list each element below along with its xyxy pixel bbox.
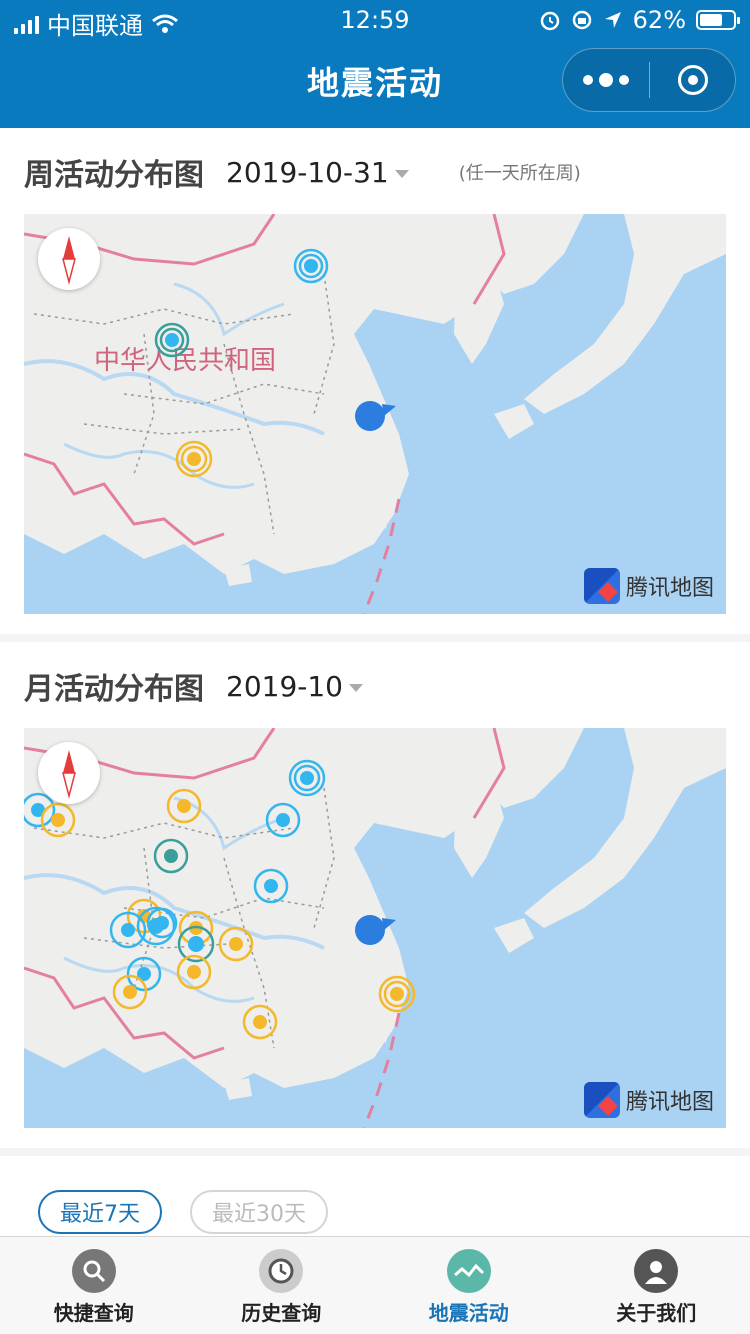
month-date-picker[interactable]: 2019-10 bbox=[226, 670, 363, 703]
close-button[interactable] bbox=[650, 65, 735, 95]
clock-icon bbox=[259, 1249, 304, 1293]
more-button[interactable] bbox=[563, 49, 649, 111]
month-header: 月活动分布图 2019-10 bbox=[24, 656, 726, 716]
recent-7-days-button[interactable]: 最近7天 bbox=[38, 1190, 162, 1234]
dropdown-caret-icon bbox=[394, 169, 409, 178]
location-arrow-icon bbox=[604, 12, 621, 28]
mini-program-capsule bbox=[562, 48, 736, 112]
top-bar: 中国联通 12:59 62% 地震活动 bbox=[0, 0, 750, 128]
search-icon bbox=[71, 1249, 116, 1293]
month-map-canvas bbox=[24, 728, 726, 1128]
week-title: 周活动分布图 bbox=[24, 158, 204, 193]
week-note: (任一天所在周) bbox=[458, 163, 581, 184]
tab-quake-activity[interactable]: 地震活动 bbox=[375, 1237, 563, 1334]
status-bar: 中国联通 12:59 62% bbox=[0, 0, 750, 40]
quake-marker-yellow[interactable] bbox=[175, 440, 213, 478]
tab-label: 快捷查询 bbox=[53, 1301, 134, 1325]
quake-marker-teal[interactable] bbox=[154, 322, 190, 358]
dot-icon bbox=[619, 75, 629, 85]
month-date-value: 2019-10 bbox=[226, 669, 343, 703]
month-map[interactable]: 腾讯地图 bbox=[24, 728, 726, 1128]
target-icon bbox=[677, 65, 708, 95]
week-map-canvas: 中华人民共和国 bbox=[24, 214, 726, 614]
week-header: 周活动分布图 2019-10-31 (任一天所在周) bbox=[24, 142, 726, 202]
map-logo: 腾讯地图 bbox=[583, 568, 714, 604]
user-icon bbox=[634, 1249, 679, 1293]
tencent-map-logo-icon bbox=[583, 568, 620, 604]
filter-pills: 最近7天 最近30天 bbox=[38, 1190, 328, 1234]
quake-marker-blue[interactable] bbox=[293, 248, 329, 284]
week-map[interactable]: 中华人民共和国 腾讯地图 bbox=[24, 214, 726, 614]
wave-icon bbox=[446, 1249, 491, 1293]
dropdown-caret-icon bbox=[349, 683, 363, 692]
compass-button[interactable] bbox=[38, 228, 100, 290]
month-title: 月活动分布图 bbox=[24, 672, 204, 707]
lock-rotation-icon bbox=[572, 10, 591, 30]
tab-bar: 快捷查询 历史查询 地震活动 关于我们 bbox=[0, 1236, 750, 1334]
week-date-picker[interactable]: 2019-10-31 bbox=[226, 156, 409, 189]
map-logo: 腾讯地图 bbox=[583, 1082, 714, 1118]
tab-quick-search[interactable]: 快捷查询 bbox=[0, 1237, 188, 1334]
map-logo-text: 腾讯地图 bbox=[625, 1090, 714, 1115]
tab-label: 关于我们 bbox=[616, 1301, 697, 1325]
recent-30-days-button[interactable]: 最近30天 bbox=[190, 1190, 328, 1234]
map-logo-text: 腾讯地图 bbox=[625, 576, 714, 601]
compass-icon bbox=[62, 236, 76, 285]
dot-icon bbox=[583, 75, 593, 85]
tencent-map-logo-icon bbox=[583, 1082, 620, 1118]
tab-about-us[interactable]: 关于我们 bbox=[563, 1237, 750, 1334]
battery-percent: 62% bbox=[632, 6, 686, 34]
dot-icon bbox=[599, 73, 613, 87]
month-section: 月活动分布图 2019-10 腾讯地图 bbox=[0, 642, 750, 1148]
week-section: 周活动分布图 2019-10-31 (任一天所在周) 中华人民共和国 腾讯地图 bbox=[0, 128, 750, 634]
quake-marker-blue[interactable] bbox=[288, 759, 326, 797]
week-date-value: 2019-10-31 bbox=[226, 155, 389, 189]
alarm-icon bbox=[540, 11, 559, 31]
compass-icon bbox=[62, 750, 76, 799]
tab-history[interactable]: 历史查询 bbox=[188, 1237, 376, 1334]
compass-button[interactable] bbox=[38, 742, 100, 804]
battery-icon bbox=[696, 10, 740, 30]
quake-marker-yellow[interactable] bbox=[378, 975, 416, 1013]
tab-label: 历史查询 bbox=[241, 1301, 322, 1325]
tab-label: 地震活动 bbox=[428, 1301, 509, 1325]
